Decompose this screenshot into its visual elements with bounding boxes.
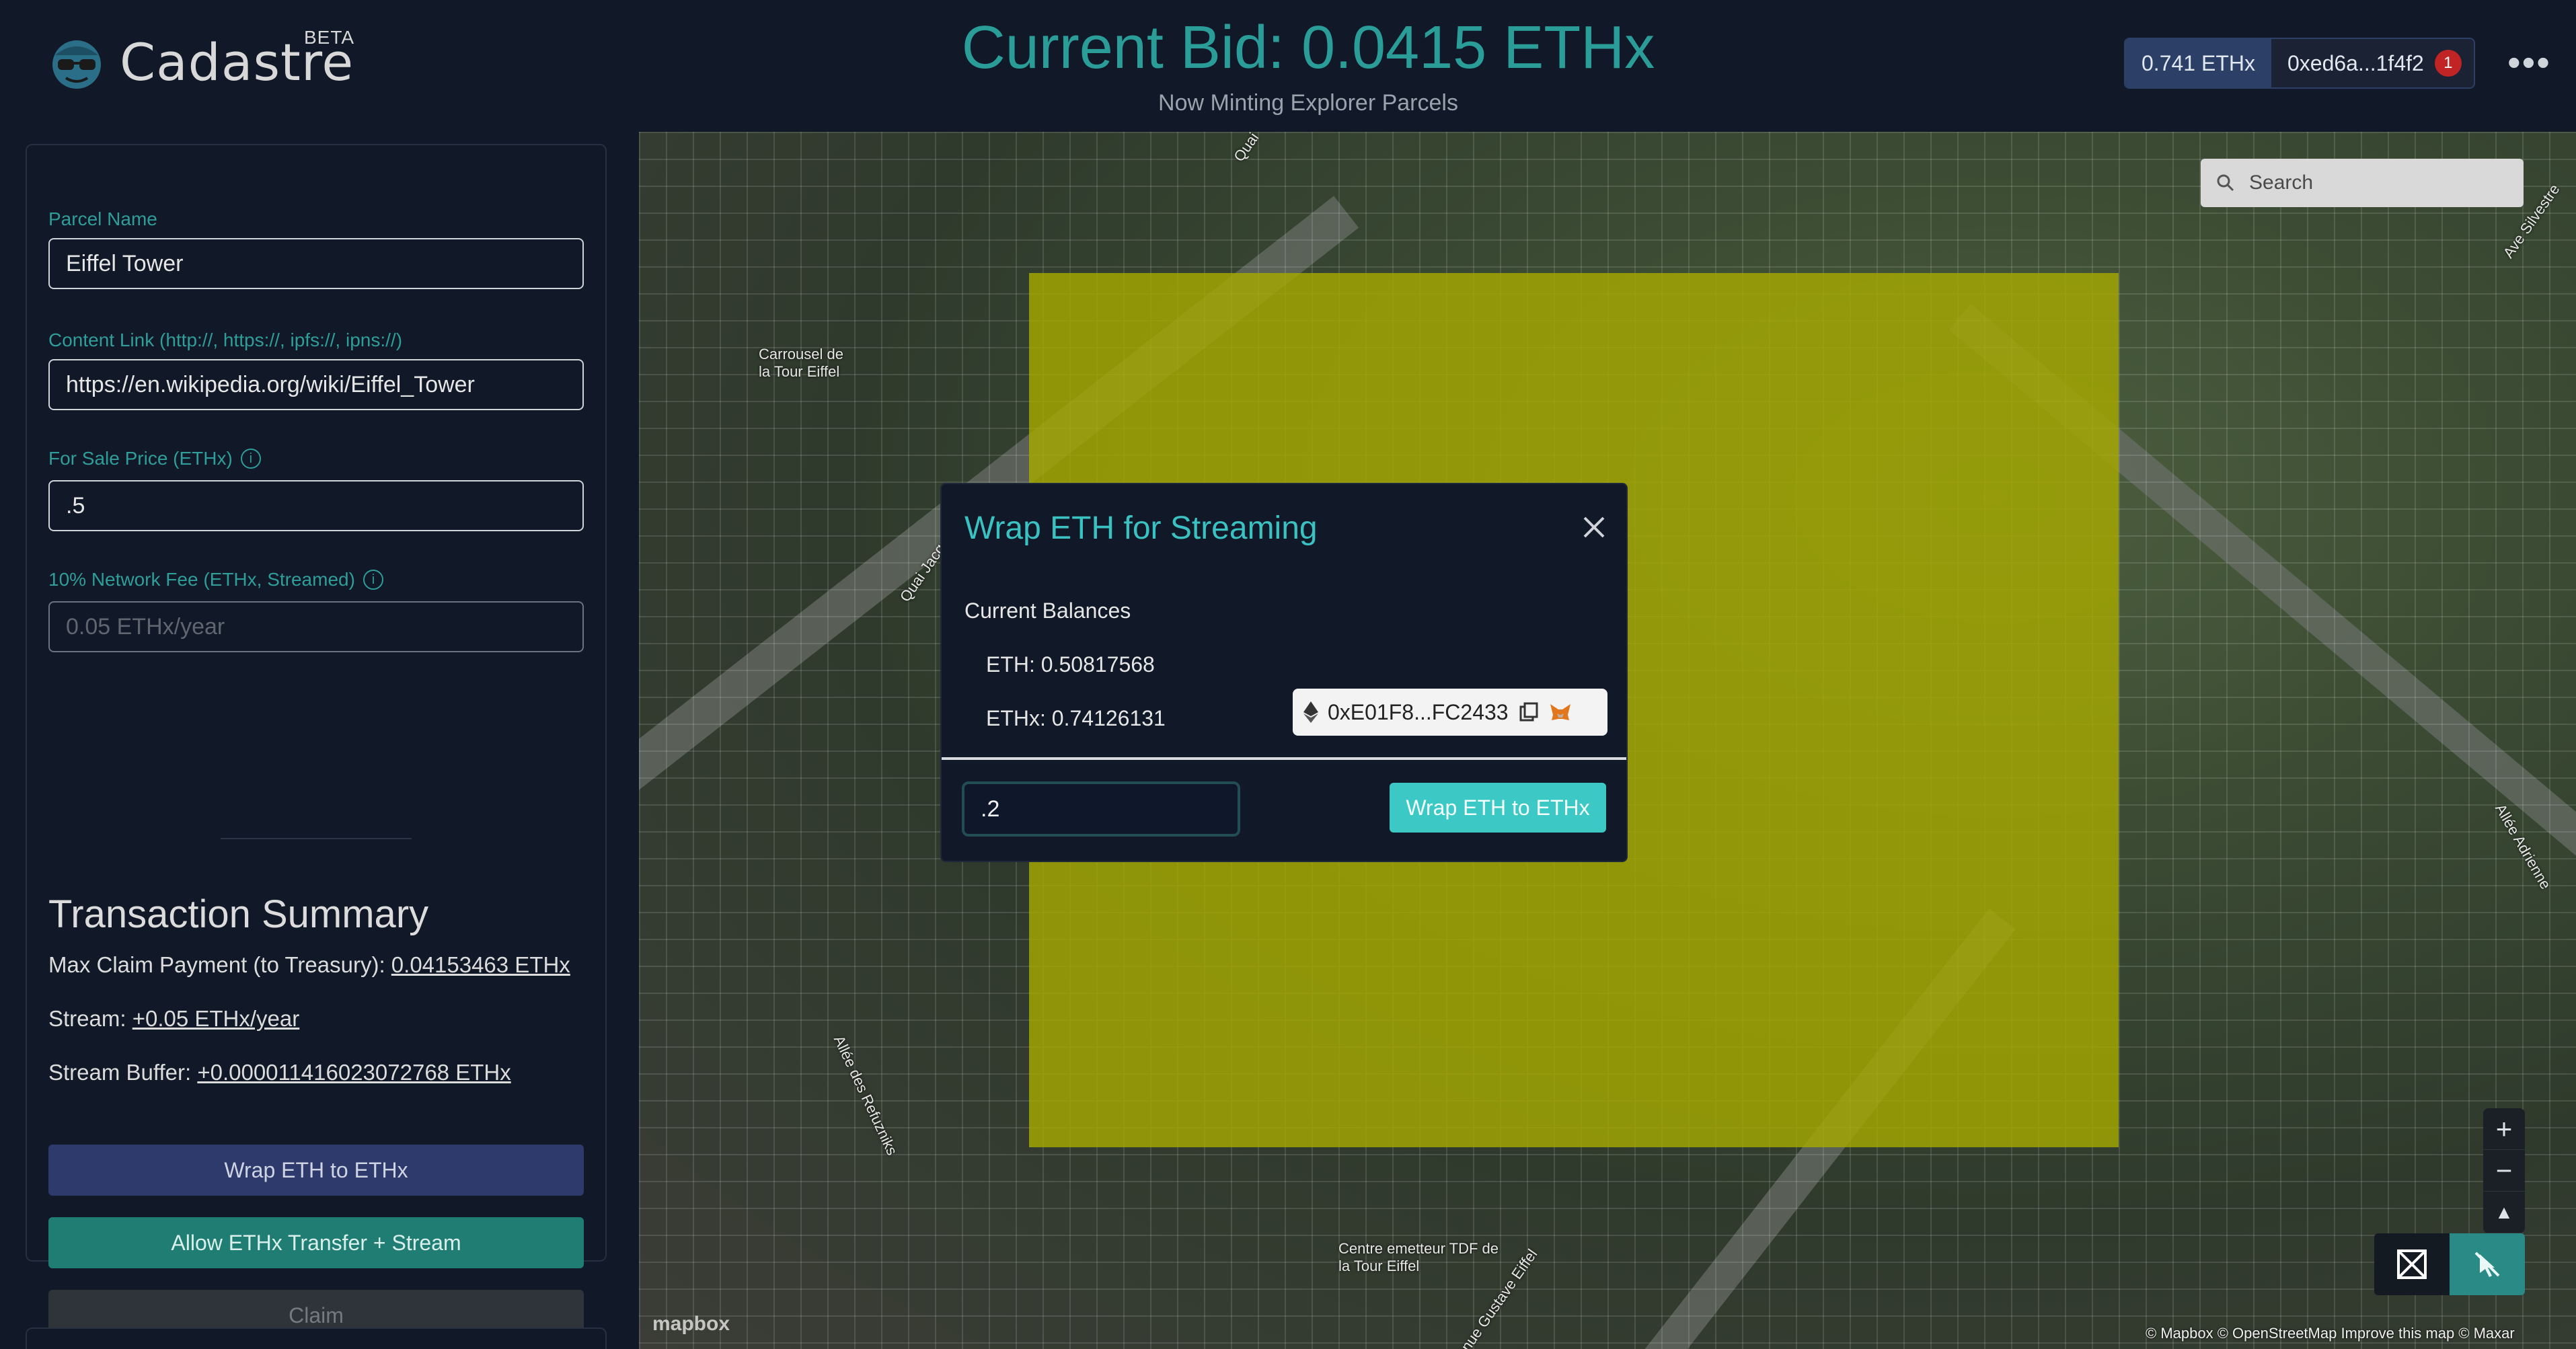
explore-mode-button[interactable] [2450, 1233, 2525, 1295]
zoom-out-button[interactable]: − [2483, 1150, 2525, 1192]
app-header: Cadastre BETA Current Bid: 0.0415 ETHx N… [0, 0, 2576, 132]
modal-divider [942, 757, 1626, 760]
eth-balance: ETH: 0.50817568 [986, 652, 1155, 677]
more-menu-icon[interactable]: ••• [2507, 40, 2551, 84]
parcel-name-label: Parcel Name [48, 208, 157, 229]
sale-price-label: For Sale Price (ETHx) i [48, 448, 261, 469]
wrap-eth-modal: Wrap ETH for Streaming Current Balances … [940, 483, 1628, 862]
map-attribution[interactable]: © Mapbox © OpenStreetMap Improve this ma… [2146, 1325, 2515, 1342]
account-address: 0xE01F8...FC2433 [1328, 699, 1509, 724]
map-label: Carrousel de la Tour Eiffel [759, 346, 843, 380]
wrap-amount-input[interactable]: .2 [962, 781, 1240, 837]
current-bid-subtitle: Now Minting Explorer Parcels [1158, 90, 1458, 116]
wallet-address: 0xed6a...1f4f2 [2287, 50, 2424, 75]
max-claim-line: Max Claim Payment (to Treasury): 0.04153… [48, 952, 570, 977]
notification-badge: 1 [2434, 50, 2462, 77]
modal-title: Wrap ETH for Streaming [964, 510, 1318, 546]
search-placeholder: Search [2249, 171, 2314, 194]
stream-buffer-line: Stream Buffer: +0.000011416023072768 ETH… [48, 1060, 511, 1085]
mapbox-logo: mapbox [652, 1313, 730, 1335]
grid-mode-button[interactable] [2374, 1233, 2450, 1295]
pointer-off-icon [2474, 1251, 2500, 1277]
allow-transfer-button[interactable]: Allow ETHx Transfer + Stream [48, 1217, 584, 1268]
metamask-fox-icon [1550, 704, 1570, 720]
map-search-input[interactable]: Search [2201, 159, 2524, 207]
info-icon[interactable]: i [363, 570, 383, 590]
info-icon[interactable]: i [240, 449, 261, 469]
network-fee-input: 0.05 ETHx/year [48, 601, 584, 652]
wallet-widget[interactable]: 0.741 ETHx 0xed6a...1f4f2 1 [2124, 38, 2475, 89]
content-link-label: Content Link (http://, https://, ipfs://… [48, 330, 403, 350]
wallet-address-button[interactable]: 0xed6a...1f4f2 1 [2271, 39, 2474, 87]
copy-icon[interactable] [1518, 701, 1540, 723]
stream-value[interactable]: +0.05 ETHx/year [132, 1006, 300, 1031]
claim-form-panel [26, 144, 607, 1262]
wrap-submit-button[interactable]: Wrap ETH to ETHx [1390, 783, 1606, 833]
wallet-balance[interactable]: 0.741 ETHx [2125, 39, 2271, 87]
search-icon [2217, 174, 2234, 192]
wrap-eth-button[interactable]: Wrap ETH to ETHx [48, 1145, 584, 1196]
transaction-summary-title: Transaction Summary [48, 892, 429, 936]
compass-button[interactable]: ▲ [2483, 1192, 2525, 1233]
account-chip[interactable]: 0xE01F8...FC2433 [1293, 689, 1607, 736]
sale-price-input[interactable]: .5 [48, 480, 584, 531]
ethereum-icon [1303, 701, 1318, 723]
grid-toggle-icon [2397, 1249, 2427, 1279]
close-icon[interactable] [1579, 512, 1609, 542]
sidebar: Parcel Name Eiffel Tower Content Link (h… [0, 132, 639, 1349]
map-mode-toggle [2374, 1233, 2525, 1295]
zoom-controls: + − ▲ [2483, 1108, 2525, 1233]
map-label: Centre emetteur TDF de la Tour Eiffel [1338, 1240, 1499, 1274]
zoom-in-button[interactable]: + [2483, 1108, 2525, 1150]
ethx-balance: ETHx: 0.74126131 [986, 706, 1166, 730]
stream-buffer-value[interactable]: +0.000011416023072768 ETHx [197, 1060, 510, 1085]
max-claim-value[interactable]: 0.04153463 ETHx [391, 952, 570, 977]
current-balances-label: Current Balances [964, 599, 1131, 623]
stream-line: Stream: +0.05 ETHx/year [48, 1006, 300, 1031]
divider [221, 838, 412, 839]
secondary-panel [26, 1327, 607, 1349]
content-link-input[interactable]: https://en.wikipedia.org/wiki/Eiffel_Tow… [48, 359, 584, 410]
parcel-name-input[interactable]: Eiffel Tower [48, 238, 584, 289]
network-fee-label: 10% Network Fee (ETHx, Streamed) i [48, 569, 383, 590]
